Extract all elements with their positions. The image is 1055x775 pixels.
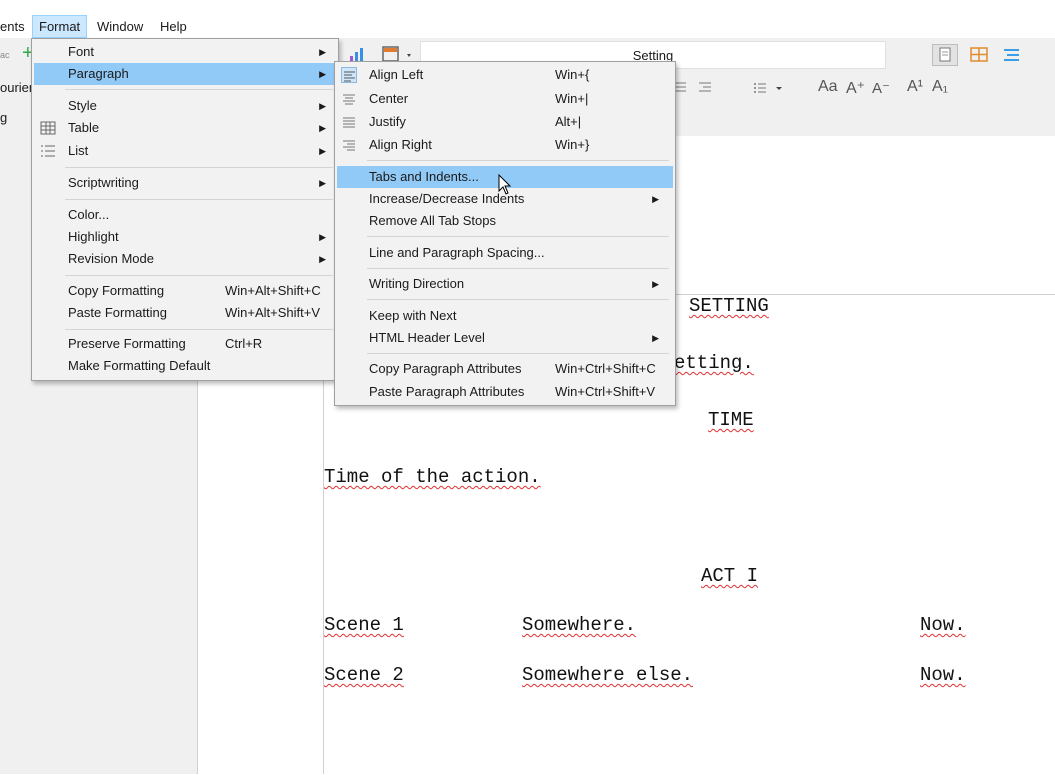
submenu-arrow-icon: ▶	[319, 69, 326, 79]
menu-format[interactable]: Format	[32, 15, 88, 38]
scene-2-time: Now.	[920, 664, 966, 686]
submenu-arrow-icon: ▶	[652, 279, 659, 289]
menu-item-align-right[interactable]: Align Right Win+}	[337, 134, 673, 156]
menu-separator	[367, 299, 669, 300]
submenu-arrow-icon: ▶	[319, 47, 326, 57]
menu-item-list[interactable]: List ▶	[34, 140, 336, 162]
menu-item-table[interactable]: Table ▶	[34, 117, 336, 139]
menu-documents[interactable]: ents	[0, 15, 31, 38]
subscript-icon[interactable]: A₁	[932, 78, 948, 96]
menu-item-copy-formatting[interactable]: Copy Formatting Win+Alt+Shift+C	[34, 280, 336, 302]
corkboard-view-button[interactable]	[966, 44, 992, 66]
mouse-cursor-icon	[498, 174, 512, 195]
increase-font-icon[interactable]: A⁺	[846, 78, 865, 98]
menu-separator	[367, 160, 669, 161]
menu-item-color[interactable]: Color...	[34, 204, 336, 226]
font-family-field[interactable]: ourier	[0, 80, 33, 95]
paragraph-submenu: Align Left Win+{ Center Win+| Justify Al…	[334, 61, 676, 406]
submenu-arrow-icon: ▶	[652, 194, 659, 204]
menu-item-highlight[interactable]: Highlight ▶	[34, 226, 336, 248]
submenu-arrow-icon: ▶	[319, 123, 326, 133]
scene-1-time: Now.	[920, 614, 966, 636]
menu-item-paste-formatting[interactable]: Paste Formatting Win+Alt+Shift+V	[34, 302, 336, 324]
change-case-icon[interactable]: Aa	[818, 78, 838, 96]
format-menu: Font ▶ Paragraph ▶ Style ▶ Table ▶ List …	[31, 38, 339, 381]
menu-item-style[interactable]: Style ▶	[34, 95, 336, 117]
list-icon	[41, 145, 55, 157]
menu-separator	[65, 199, 333, 200]
submenu-arrow-icon: ▶	[319, 178, 326, 188]
list-dropdown-icon[interactable]	[752, 80, 788, 96]
menu-separator	[65, 329, 333, 330]
menu-separator	[65, 275, 333, 276]
setting-text: etting.	[674, 352, 754, 374]
scene-2-label: Scene 2	[324, 664, 404, 686]
heading-time: TIME	[708, 409, 754, 431]
menu-separator	[367, 236, 669, 237]
align-right-icon[interactable]	[697, 80, 713, 96]
heading-act: ACT I	[701, 565, 759, 587]
submenu-arrow-icon: ▶	[319, 232, 326, 242]
page-view-button[interactable]	[932, 44, 958, 66]
scene-1-label: Scene 1	[324, 614, 404, 636]
scene-1-place: Somewhere.	[522, 614, 637, 636]
outline-view-button[interactable]	[998, 44, 1024, 66]
menu-item-revision-mode[interactable]: Revision Mode ▶	[34, 248, 336, 270]
submenu-arrow-icon: ▶	[319, 146, 326, 156]
table-icon	[40, 121, 56, 135]
submenu-arrow-icon: ▶	[652, 333, 659, 343]
menu-item-paragraph[interactable]: Paragraph ▶	[34, 63, 336, 85]
binder-fragment: g	[0, 110, 8, 125]
menubar: ents Format Window Help	[0, 15, 1055, 38]
menu-item-copy-paragraph-attributes[interactable]: Copy Paragraph Attributes Win+Ctrl+Shift…	[337, 358, 673, 380]
justify-icon	[343, 117, 355, 128]
menu-item-scriptwriting[interactable]: Scriptwriting ▶	[34, 172, 336, 194]
scene-2-place: Somewhere else.	[522, 664, 694, 686]
menu-separator	[367, 353, 669, 354]
submenu-arrow-icon: ▶	[319, 101, 326, 111]
align-left-icon	[341, 67, 357, 83]
align-right-icon	[343, 140, 355, 151]
submenu-arrow-icon: ▶	[319, 254, 326, 264]
time-text: Time of the action.	[324, 466, 541, 488]
menu-item-writing-direction[interactable]: Writing Direction ▶	[337, 273, 673, 295]
menu-item-paste-paragraph-attributes[interactable]: Paste Paragraph Attributes Win+Ctrl+Shif…	[337, 381, 673, 403]
align-center-icon	[343, 94, 355, 105]
superscript-icon[interactable]: A¹	[907, 78, 923, 96]
decrease-font-icon[interactable]: A⁻	[872, 79, 890, 97]
menu-item-justify[interactable]: Justify Alt+|	[337, 111, 673, 133]
menu-item-preserve-formatting[interactable]: Preserve Formatting Ctrl+R	[34, 333, 336, 355]
menu-item-font[interactable]: Font ▶	[34, 41, 336, 63]
menu-item-html-header-level[interactable]: HTML Header Level ▶	[337, 327, 673, 349]
menu-item-keep-with-next[interactable]: Keep with Next	[337, 305, 673, 327]
heading-setting: SETTING	[689, 295, 769, 317]
menu-item-center[interactable]: Center Win+|	[337, 88, 673, 110]
menu-item-line-and-paragraph-spacing[interactable]: Line and Paragraph Spacing...	[337, 242, 673, 264]
top-strip	[0, 0, 1055, 15]
menu-item-remove-all-tab-stops[interactable]: Remove All Tab Stops	[337, 210, 673, 232]
menu-window[interactable]: Window	[91, 15, 149, 38]
menu-separator	[367, 268, 669, 269]
menu-separator	[65, 167, 333, 168]
toolbar-fragment: ac	[0, 50, 10, 60]
menu-separator	[65, 89, 333, 90]
menu-item-align-left[interactable]: Align Left Win+{	[337, 64, 673, 86]
menu-help[interactable]: Help	[154, 15, 193, 38]
menu-item-make-formatting-default[interactable]: Make Formatting Default	[34, 355, 336, 377]
